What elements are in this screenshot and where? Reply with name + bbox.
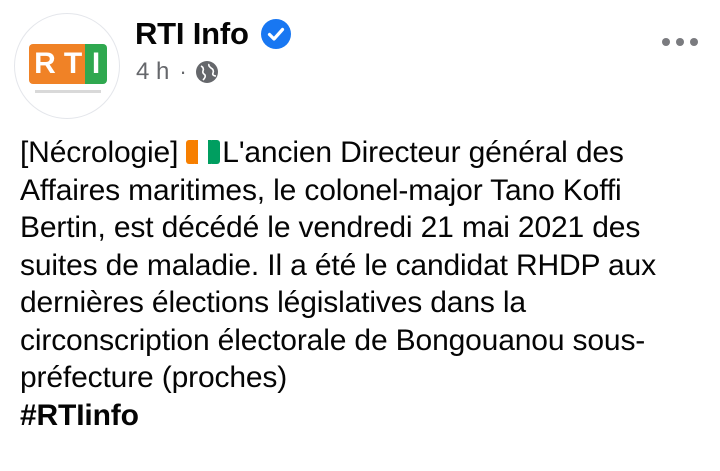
post-text: [Nécrologie] L'ancien Directeur général d… [20, 134, 710, 434]
logo-letter-t: T [61, 44, 85, 84]
post-timestamp[interactable]: 4 h [136, 58, 169, 86]
post-main-text: L'ancien Directeur général des Affaires … [20, 136, 656, 394]
rti-logo: R T I [29, 44, 107, 84]
page-name-row: RTI Info [135, 16, 291, 52]
hashtag-link[interactable]: #RTIinfo [20, 399, 139, 432]
meta-separator: · [179, 59, 187, 84]
post-tag: [Nécrologie] [20, 136, 179, 169]
page-name-link[interactable]: RTI Info [135, 16, 249, 52]
more-options-icon [676, 38, 684, 46]
more-options-button[interactable] [656, 28, 704, 56]
ivory-coast-flag-icon [186, 140, 221, 164]
page-avatar[interactable]: R T I [14, 13, 120, 119]
verified-badge-icon [260, 19, 291, 49]
more-options-icon [690, 38, 698, 46]
logo-letter-r: R [29, 44, 61, 84]
globe-icon[interactable] [195, 60, 219, 84]
logo-letter-i: I [85, 44, 107, 84]
post-meta: 4 h · [136, 58, 219, 86]
logo-underline [35, 90, 101, 93]
post-header: R T I RTI Info 4 h · [0, 0, 720, 119]
more-options-icon [662, 38, 670, 46]
